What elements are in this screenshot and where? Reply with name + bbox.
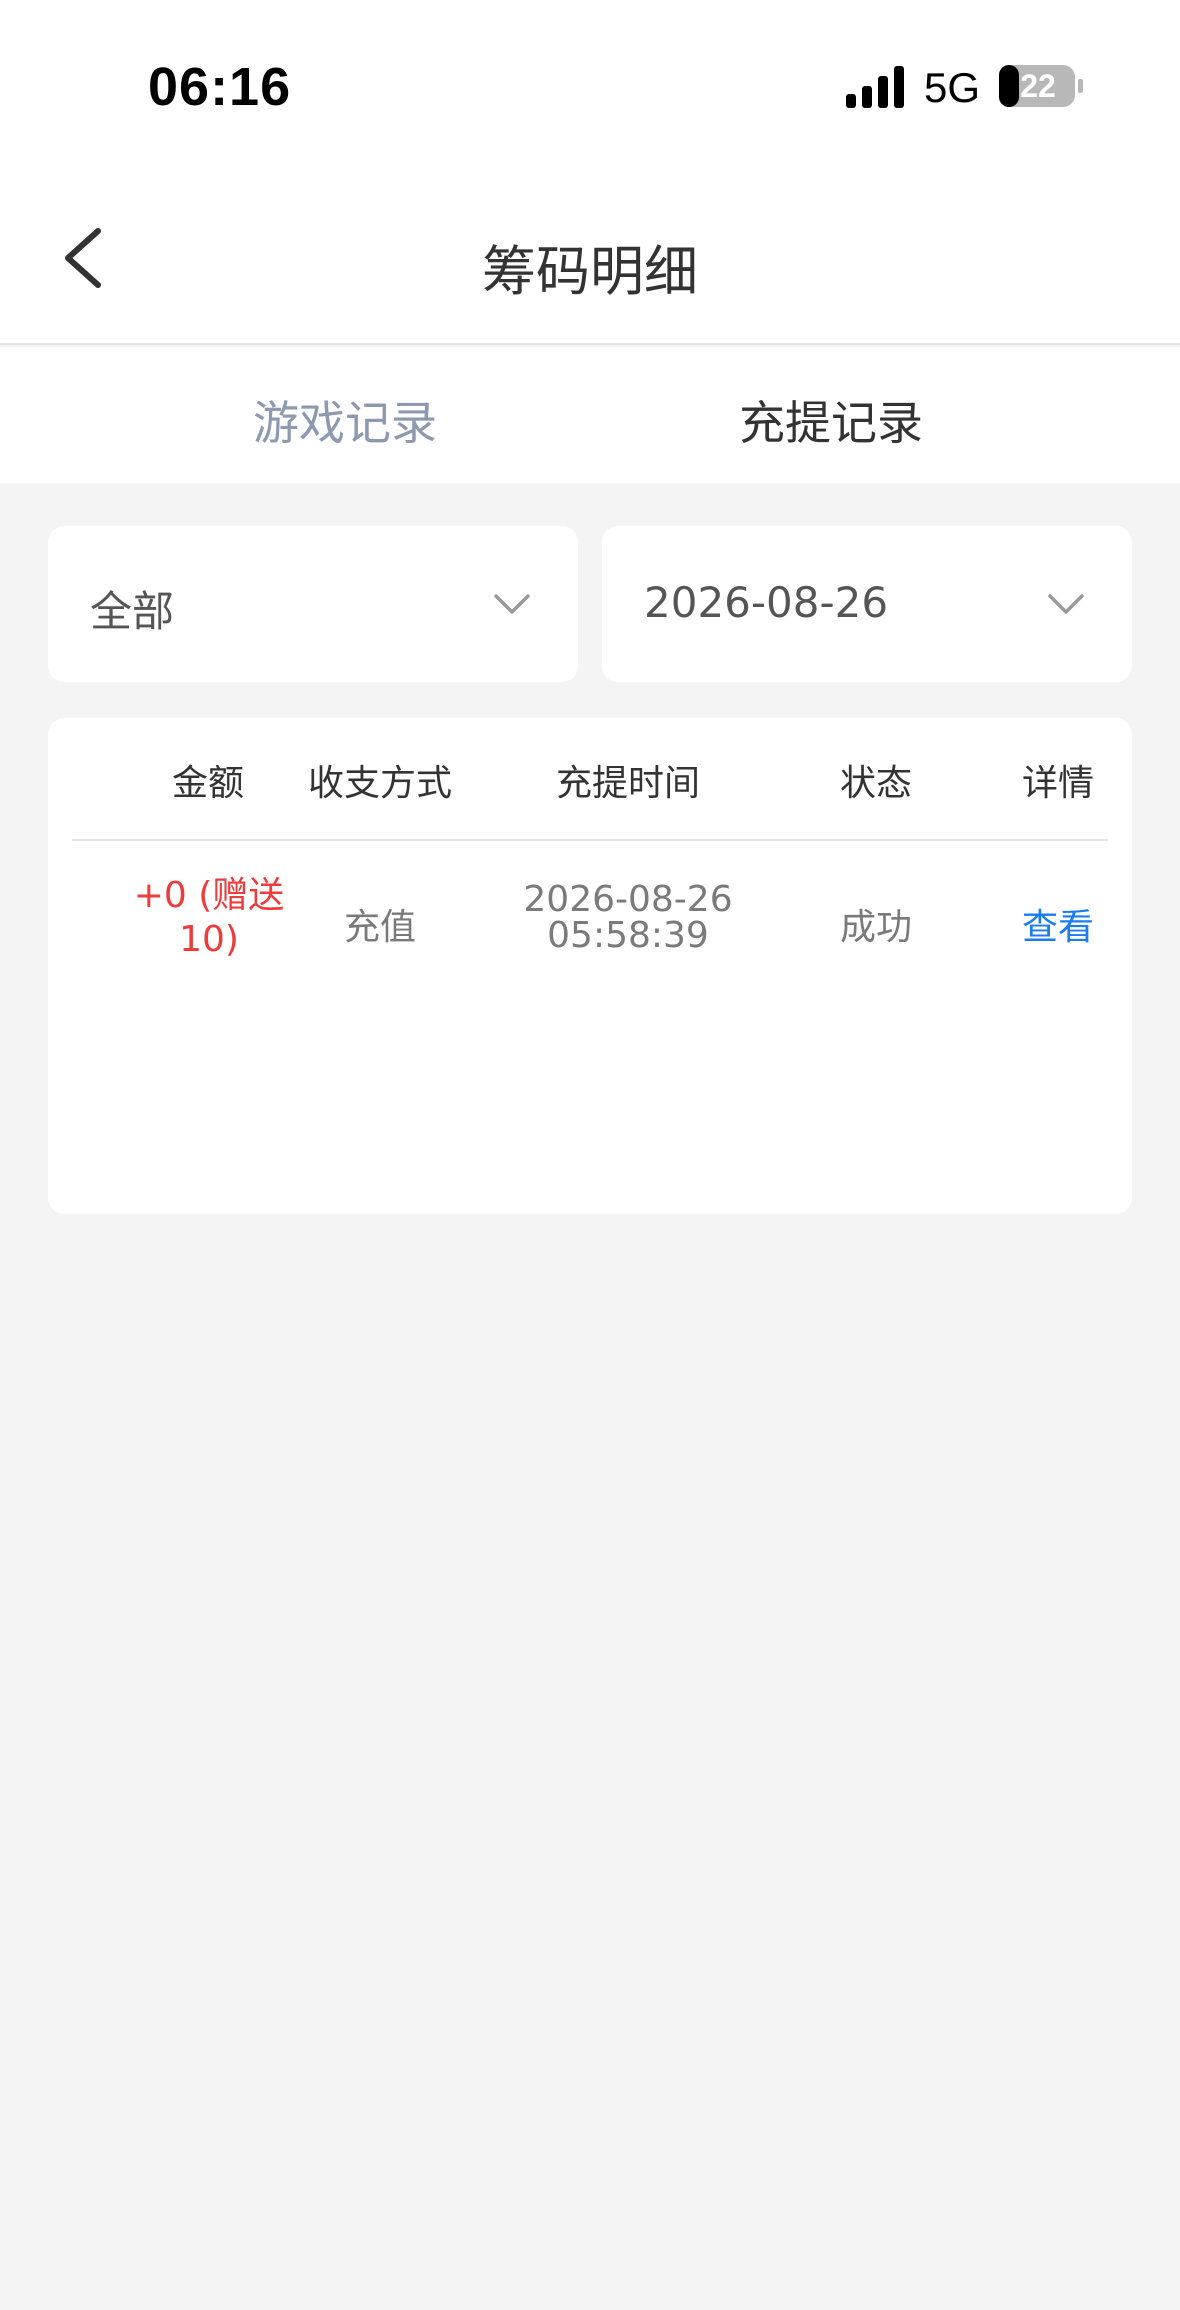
tab-recharge-records[interactable]: 充提记录 bbox=[681, 387, 981, 453]
column-header-status: 状态 bbox=[839, 763, 912, 804]
row-date: 2026-08-26 bbox=[523, 879, 733, 920]
view-detail-link[interactable]: 查看 bbox=[958, 898, 1158, 950]
type-filter-dropdown[interactable]: 全部 bbox=[48, 526, 578, 682]
tab-bar: 游戏记录 充提记录 bbox=[0, 347, 1180, 483]
table-divider bbox=[72, 839, 1108, 841]
chevron-down-icon bbox=[1048, 594, 1084, 614]
date-filter-dropdown[interactable]: 2026-08-26 bbox=[602, 526, 1132, 682]
column-header-method: 收支方式 bbox=[307, 763, 452, 804]
column-header-detail: 详情 bbox=[1021, 763, 1094, 804]
date-filter-value: 2026-08-26 bbox=[644, 578, 889, 627]
status-bar: 06:16 5G 22 bbox=[0, 0, 1180, 175]
nav-bar: 筹码明细 bbox=[0, 175, 1180, 345]
table-header: 金额 收支方式 充提时间 状态 详情 bbox=[48, 718, 1132, 840]
row-time: 2026-08-26 05:58:39 bbox=[468, 882, 788, 954]
row-status: 成功 bbox=[839, 907, 912, 948]
battery-level: 22 bbox=[1020, 68, 1056, 104]
network-label: 5G bbox=[924, 64, 981, 111]
signal-icon bbox=[846, 66, 904, 108]
records-table: 金额 收支方式 充提时间 状态 详情 +0 (赠送 10) 充值 2026-08… bbox=[48, 718, 1132, 1214]
page-title: 筹码明细 bbox=[482, 240, 698, 303]
type-filter-value: 全部 bbox=[90, 587, 175, 636]
tab-game-records[interactable]: 游戏记录 bbox=[195, 387, 495, 453]
row-method: 充值 bbox=[343, 907, 416, 948]
column-header-time: 充提时间 bbox=[555, 763, 700, 804]
chevron-down-icon bbox=[494, 594, 530, 614]
row-clock: 05:58:39 bbox=[547, 915, 709, 956]
status-time: 06:16 bbox=[148, 57, 292, 117]
